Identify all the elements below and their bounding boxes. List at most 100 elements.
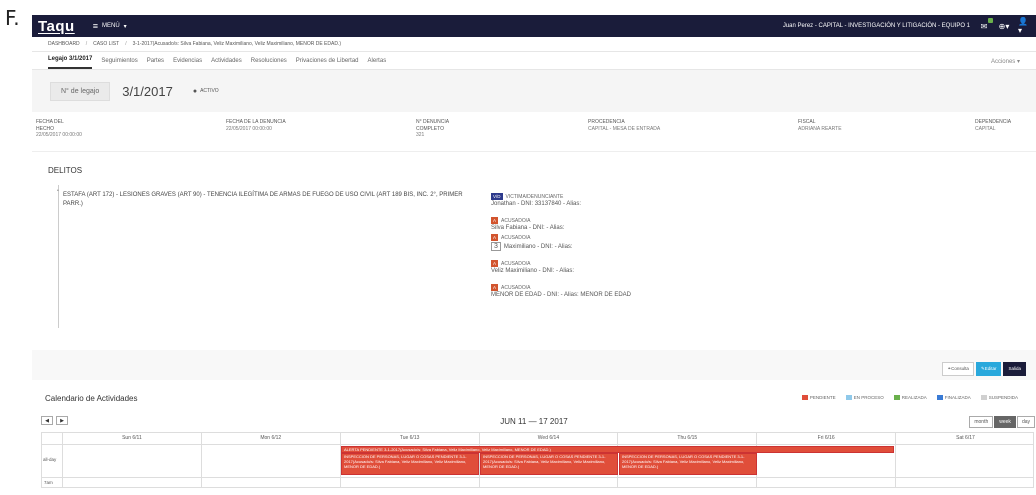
- breadcrumb: DASHBOARD / CASO LIST / 3-1-2017(Acusado…: [32, 37, 1036, 52]
- info-value: 22/05/2017 00:00:00: [226, 125, 272, 132]
- time-cell[interactable]: [63, 478, 202, 487]
- time-cell[interactable]: [618, 478, 758, 487]
- allday-row: all-day ALERTA PENDIENTE 3-1-2017(Acusad…: [42, 444, 1033, 477]
- alert-event[interactable]: ALERTA PENDIENTE 3-1-2017(Acusado/s: Sil…: [341, 446, 894, 453]
- legend-swatch: [980, 395, 987, 401]
- legend-label: REALIZADA: [901, 395, 927, 400]
- time-cell[interactable]: [341, 478, 480, 487]
- breadcrumb-separator: /: [85, 41, 88, 47]
- view-switcher: month week day: [969, 416, 1035, 428]
- inspection-event[interactable]: INSPECCION DE PERSONAS, LUGAR O COSAS PE…: [341, 453, 479, 475]
- legend-item: FINALIZADA: [936, 395, 971, 401]
- legend-item: REALIZADA: [893, 395, 927, 401]
- tab-resoluciones[interactable]: Resoluciones: [251, 58, 287, 69]
- calendar-header-row: Sun 6/11 Mon 6/12 Tue 6/13 Wed 6/14 Thu …: [42, 433, 1033, 444]
- legend-swatch: [801, 395, 808, 401]
- view-month-button[interactable]: month: [969, 416, 994, 428]
- day-header: Sat 6/17: [956, 435, 975, 441]
- time-cell[interactable]: [896, 478, 1035, 487]
- tab-partes[interactable]: Partes: [147, 58, 164, 69]
- tab-alertas[interactable]: Alertas: [368, 58, 387, 69]
- party-item: V/D VICTIMA/DENUNCIANTE Jonathan - DNI: 3…: [491, 193, 791, 208]
- view-week-button[interactable]: week: [994, 416, 1016, 428]
- legend-label: FINALIZADA: [944, 395, 971, 400]
- consulta-button[interactable]: ⚭Consulta: [942, 362, 974, 376]
- status-badge: ● ACTIVO: [193, 88, 219, 95]
- inspection-event[interactable]: INSPECCION DE PERSONAS, LUGAR O COSAS PE…: [619, 453, 757, 475]
- time-cell[interactable]: [202, 478, 341, 487]
- add-icon[interactable]: ⊕▾: [998, 21, 1010, 31]
- legend-label: EN PROCESO: [853, 395, 884, 400]
- day-cell[interactable]: [896, 445, 1035, 477]
- party-role: ACUSADO/A: [501, 261, 531, 267]
- legend-swatch: [936, 395, 943, 401]
- info-value: CAPITAL - MESA DE ENTRADA: [588, 125, 661, 132]
- day-header: Thu 6/15: [618, 433, 758, 444]
- tab-legajo[interactable]: Legajo 3/1/2017: [48, 56, 93, 69]
- party-tag: A: [491, 260, 499, 267]
- editar-label: Editar: [984, 366, 997, 371]
- menu-label: MENÚ: [101, 23, 120, 29]
- party-name[interactable]: MENOR DE EDAD - DNI: - Alias: MENOR DE E…: [491, 292, 631, 298]
- tab-actividades[interactable]: Actividades: [211, 58, 242, 69]
- app-logo[interactable]: Taqu: [38, 18, 75, 35]
- legend-label: PENDIENTE: [809, 395, 836, 400]
- legend-item: EN PROCESO: [845, 395, 884, 401]
- info-fecha-hecho: FECHA DEL HECHO 22/05/2017 00:00:00: [36, 119, 226, 151]
- view-day-button[interactable]: day: [1016, 416, 1035, 428]
- status-label: ACTIVO: [200, 88, 219, 94]
- top-right-area: Juan Perez - CAPITAL - INVESTIGACIÓN Y L…: [783, 17, 1030, 35]
- time-label: 7am: [42, 478, 63, 487]
- info-value: 321: [416, 132, 425, 138]
- party-role: ACUSADO/A: [501, 235, 531, 241]
- day-cell[interactable]: [63, 445, 202, 477]
- notifications-icon[interactable]: ✉: [978, 18, 993, 31]
- legajo-number-button[interactable]: N° de legajo: [50, 81, 111, 101]
- party-role: ACUSADO/A: [501, 218, 531, 224]
- calendar-title: Calendario de Actividades: [45, 394, 138, 403]
- inspection-event[interactable]: INSPECCION DE PERSONAS, LUGAR O COSAS PE…: [480, 453, 618, 475]
- info-value: CAPITAL: [975, 125, 996, 132]
- breadcrumb-dashboard[interactable]: DASHBOARD: [48, 41, 80, 47]
- day-header: Tue 6/13: [341, 433, 480, 444]
- info-value: 22/05/2017 00:00:00: [36, 132, 82, 138]
- party-name[interactable]: Silva Fabiana - DNI: - Alias:: [491, 225, 564, 231]
- tab-bar: Legajo 3/1/2017 Seguimientos Partes Evid…: [32, 52, 1036, 70]
- salida-button[interactable]: Salida: [1003, 362, 1026, 376]
- delitos-title: DELITOS: [48, 166, 83, 175]
- allday-label: all-day: [42, 445, 63, 477]
- tab-seguimientos[interactable]: Seguimientos: [101, 58, 137, 69]
- parties-list: V/D VICTIMA/DENUNCIANTE Jonathan - DNI: 3…: [491, 193, 791, 308]
- party-name[interactable]: Maximiliano - DNI: - Alias:: [504, 244, 573, 250]
- party-tag: V/D: [491, 193, 503, 200]
- legajo-number: 3/1/2017: [122, 83, 173, 99]
- party-item: A ACUSADO/A 3 Maximiliano - DNI: - Alias:: [491, 234, 791, 251]
- chevron-down-icon: ▾: [123, 23, 127, 30]
- info-label: FECHA DEL HECHO: [36, 119, 64, 132]
- acciones-dropdown[interactable]: Acciones ▾: [991, 58, 1020, 65]
- info-dependencia: DEPENDENCIA CAPITAL: [975, 119, 1025, 151]
- menu-button[interactable]: ≡ MENÚ ▾: [93, 21, 127, 31]
- breadcrumb-current: 3-1-2017(Acusado/s: Silva Fabiana, Veliz…: [132, 41, 342, 47]
- time-cell[interactable]: [480, 478, 619, 487]
- tab-evidencias[interactable]: Evidencias: [173, 58, 202, 69]
- user-icon[interactable]: 👤▾: [1018, 17, 1030, 35]
- tab-privaciones[interactable]: Privaciones de Libertad: [296, 58, 359, 69]
- info-fiscal: FISCAL ADRIANA REARTE: [798, 119, 975, 151]
- day-header: Mon 6/12: [202, 433, 341, 444]
- legend-item: PENDIENTE: [801, 395, 836, 401]
- user-context[interactable]: Juan Perez - CAPITAL - INVESTIGACIÓN Y L…: [783, 23, 970, 29]
- figure-label: F.: [5, 6, 20, 30]
- party-name[interactable]: Jonathan - DNI: 33137840 - Alias:: [491, 201, 581, 207]
- time-cell[interactable]: [757, 478, 897, 487]
- party-tag: A: [491, 217, 499, 224]
- day-cell[interactable]: [202, 445, 341, 477]
- breadcrumb-caso-list[interactable]: CASO LIST: [93, 41, 119, 47]
- editar-button[interactable]: ✎Editar: [975, 362, 1002, 376]
- party-name[interactable]: Veliz Maximiliano - DNI: - Alias:: [491, 268, 574, 274]
- delitos-panel: • ESTAFA (ART 172) - LESIONES GRAVES (AR…: [57, 185, 1008, 328]
- legend-swatch: [845, 395, 852, 401]
- consulta-label: Consulta: [951, 366, 969, 371]
- party-tag: A: [491, 234, 499, 241]
- legend-label: SUSPENDIDA: [988, 395, 1018, 400]
